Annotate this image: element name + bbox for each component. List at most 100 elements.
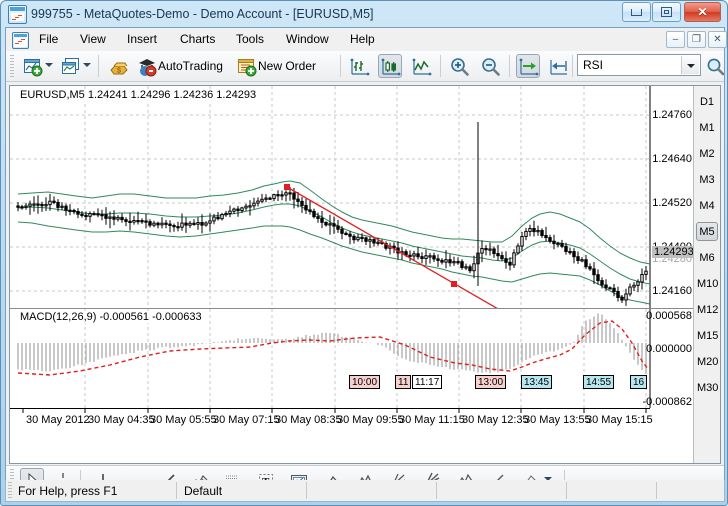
time-marker-1[interactable]: 11	[395, 375, 412, 389]
bar-chart-button[interactable]	[347, 54, 371, 78]
timeframe-m20[interactable]: M20	[696, 352, 718, 371]
chart-window[interactable]: EURUSD,M5 1.24241 1.24296 1.24236 1.2429…	[9, 85, 721, 464]
price-scale[interactable]: 1.24760 1.24640 1.24520 1.24400 1.24280 …	[650, 86, 694, 308]
timeframe-m6[interactable]: M6	[696, 248, 718, 267]
price-tick-0: 1.24760	[652, 109, 692, 121]
indicator-search-value: RSI	[583, 58, 604, 72]
time-marker-4[interactable]: 13:45	[521, 375, 553, 389]
macd-scale[interactable]: 0.000568 0.000000 -0.000862	[642, 309, 694, 408]
timeframe-m3[interactable]: M3	[696, 170, 718, 189]
timeframe-m5[interactable]: M5	[696, 222, 718, 241]
price-tick-2: 1.24520	[652, 197, 692, 209]
window-maximize-button[interactable]	[652, 2, 681, 22]
chart-shift-button[interactable]	[546, 54, 570, 78]
window-minimize-button[interactable]	[622, 2, 651, 22]
status-profile: Default	[184, 484, 223, 498]
maximize-icon	[653, 3, 680, 21]
time-marker-6[interactable]: 16	[630, 375, 648, 389]
candlestick-chart-button[interactable]	[378, 54, 402, 78]
window-close-button[interactable]: ✕	[684, 2, 721, 22]
indicator-search-button[interactable]	[703, 54, 727, 78]
time-tick-0: 30 May 2012	[26, 414, 90, 426]
candlestick-chart-icon	[381, 58, 401, 76]
timeframe-m30[interactable]: M30	[696, 378, 718, 397]
mdi-close-button[interactable]: ✕	[708, 31, 727, 48]
search-magnifier-icon	[707, 58, 725, 76]
close-icon: ✕	[697, 5, 708, 19]
autotrading-button[interactable]	[134, 54, 158, 78]
time-marker-2[interactable]: 11:17	[412, 375, 443, 389]
timeframe-m15[interactable]: M15	[696, 326, 718, 345]
line-chart-icon	[412, 58, 432, 76]
new-order-label: New Order	[258, 59, 317, 73]
horizontal-gridlines	[10, 114, 650, 292]
menu-item-insert[interactable]: Insert	[121, 31, 163, 48]
zoom-in-icon	[451, 58, 469, 76]
profiles-dropdown[interactable]	[83, 63, 91, 68]
window-title: 999755 - MetaQuotes-Demo - Demo Account …	[31, 7, 374, 21]
zoom-out-button[interactable]	[478, 54, 502, 78]
macd-info-label: MACD(12,26,9) -0.000561 -0.000633	[19, 311, 203, 323]
mdi-minimize-button[interactable]: –	[666, 31, 685, 48]
macd-tick-1: 0.000000	[646, 343, 692, 355]
price-pane[interactable]: EURUSD,M5 1.24241 1.24296 1.24236 1.2429…	[10, 86, 694, 308]
chart-shift-icon	[550, 60, 567, 75]
menu-item-help[interactable]: Help	[344, 31, 381, 48]
new-chart-icon	[24, 59, 43, 77]
title-bar: 999755 - MetaQuotes-Demo - Demo Account …	[1, 1, 727, 27]
menu-item-charts[interactable]: Charts	[174, 31, 221, 48]
new-order-button[interactable]	[234, 54, 258, 78]
new-chart-dropdown[interactable]	[45, 63, 53, 68]
auto-scroll-icon	[519, 58, 539, 76]
macd-tick-2: -0.000862	[642, 396, 692, 408]
auto-scroll-button[interactable]	[516, 54, 540, 78]
time-tick-6: 30 May 11:15	[399, 414, 465, 426]
zoom-out-icon	[482, 58, 500, 76]
time-marker-5[interactable]: 14:55	[583, 375, 615, 389]
macd-chart-svg	[17, 309, 651, 408]
profiles-button[interactable]	[58, 54, 82, 78]
new-chart-button[interactable]	[20, 54, 44, 78]
menu-item-view[interactable]: View	[74, 31, 112, 48]
timeframe-m1[interactable]: M1	[696, 118, 718, 137]
new-order-icon	[238, 59, 257, 77]
line-chart-button[interactable]	[409, 54, 433, 78]
menu-item-tools[interactable]: Tools	[230, 31, 270, 48]
timeframe-m2[interactable]: M2	[696, 144, 718, 163]
status-bar-grip	[8, 482, 12, 499]
time-tick-8: 30 May 13:55	[524, 414, 591, 426]
macd-pane[interactable]: MACD(12,26,9) -0.000561 -0.000633	[10, 309, 694, 408]
timeframe-m4[interactable]: M4	[696, 196, 718, 215]
vertical-gridlines	[84, 86, 647, 308]
timeframe-m10[interactable]: M10	[696, 274, 718, 293]
mdi-restore-button[interactable]: ❐	[687, 31, 706, 48]
market-watch-button[interactable]: $	[106, 54, 130, 78]
chart-canvas[interactable]: EURUSD,M5 1.24241 1.24296 1.24236 1.2429…	[10, 86, 694, 463]
menu-item-window[interactable]: Window	[280, 31, 335, 48]
timeframe-d1[interactable]: D1	[696, 92, 718, 111]
main-toolbar: $ AutoTrading New Order RSI	[6, 51, 727, 82]
time-tick-9: 30 May 15:15	[586, 414, 653, 426]
time-axis[interactable]: 30 May 2012 30 May 04:35 30 May 05:55 30…	[10, 408, 694, 463]
time-marker-3[interactable]: 13:00	[475, 375, 507, 389]
gold-bars-icon: $	[110, 62, 128, 75]
time-tick-7: 30 May 12:35	[462, 414, 529, 426]
indicator-search-input[interactable]: RSI	[577, 54, 701, 76]
status-help-text: For Help, press F1	[18, 484, 118, 498]
autotrading-label: AutoTrading	[158, 59, 223, 73]
toolbar-grip[interactable]	[10, 55, 14, 77]
profiles-icon	[62, 58, 79, 74]
document-icon	[12, 32, 29, 49]
symbol-info-label: EURUSD,M5 1.24241 1.24296 1.24236 1.2429…	[19, 89, 258, 101]
price-tick-1: 1.24640	[652, 153, 692, 165]
macd-vertical-gridlines	[84, 309, 647, 408]
zoom-in-button[interactable]	[447, 54, 471, 78]
menu-item-file[interactable]: File	[33, 31, 64, 48]
time-tick-3: 30 May 07:15	[213, 414, 280, 426]
timeframe-m12[interactable]: M12	[696, 300, 718, 319]
status-bar: For Help, press F1 Default	[5, 480, 725, 502]
indicator-search-dropdown-arrow[interactable]	[681, 56, 699, 74]
menu-bar: File View Insert Charts Tools Window Hel…	[6, 28, 727, 52]
time-tick-1: 30 May 04:35	[88, 414, 155, 426]
time-marker-0[interactable]: 10:00	[349, 375, 381, 389]
